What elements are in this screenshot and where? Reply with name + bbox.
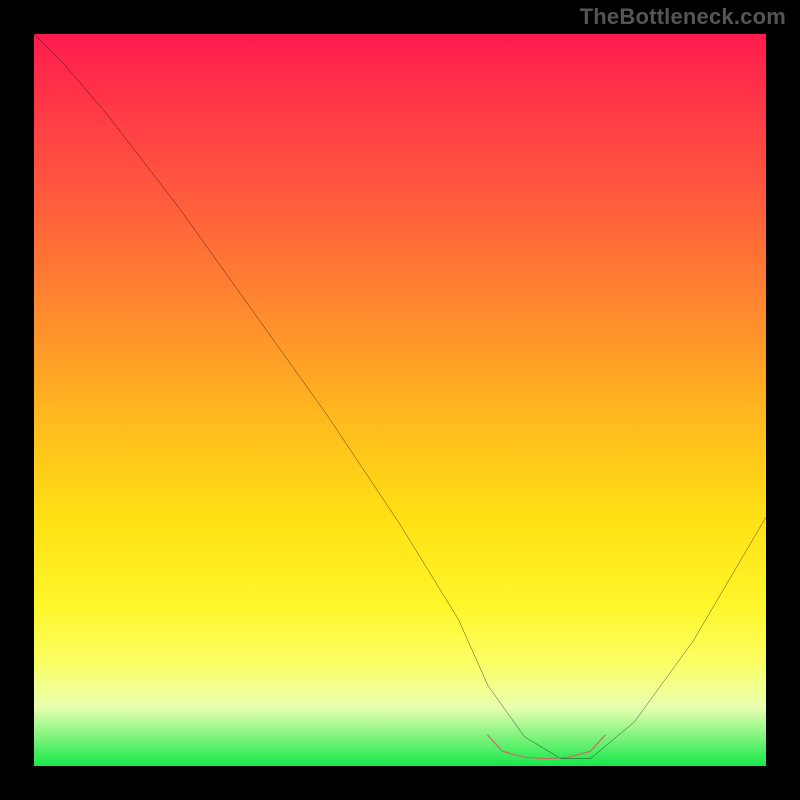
plot-area <box>34 34 766 766</box>
trough-highlight-line <box>34 34 766 766</box>
watermark-label: TheBottleneck.com <box>580 4 786 30</box>
chart-frame: TheBottleneck.com <box>0 0 800 800</box>
highlight-path <box>488 735 605 758</box>
